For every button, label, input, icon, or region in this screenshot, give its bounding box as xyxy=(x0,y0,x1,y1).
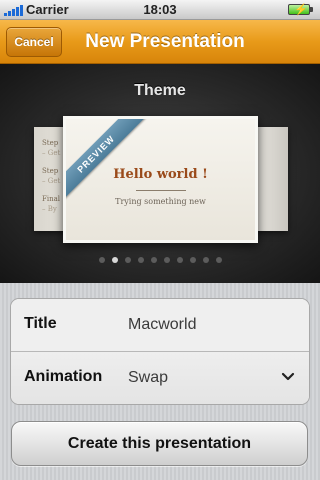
create-presentation-button[interactable]: Create this presentation xyxy=(11,421,308,466)
animation-select[interactable]: Swap xyxy=(128,369,168,387)
theme-picker[interactable]: Theme Step – Get Step – Get Final – By P… xyxy=(0,64,320,283)
theme-card-title: Hello world ! xyxy=(113,167,208,182)
chevron-down-icon[interactable] xyxy=(281,370,295,384)
page-title: New Presentation xyxy=(85,31,245,52)
theme-card-line: – By xyxy=(42,205,57,213)
page-indicator[interactable] xyxy=(0,257,320,263)
settings-group: Title Macworld Animation Swap xyxy=(10,298,310,405)
status-time: 18:03 xyxy=(143,2,177,17)
page-dot[interactable] xyxy=(215,257,222,263)
page-dot[interactable] xyxy=(98,257,105,263)
charging-battery-icon: ⚡ xyxy=(288,4,314,16)
title-row[interactable]: Title Macworld xyxy=(11,299,309,352)
page-dot[interactable] xyxy=(202,257,209,263)
theme-card-line: – Get xyxy=(42,149,61,157)
theme-card-subtitle: Trying something new xyxy=(115,197,206,206)
page-dot[interactable] xyxy=(111,257,118,263)
status-bar: Carrier 18:03 ⚡ xyxy=(0,0,320,20)
theme-card-line: – Get xyxy=(42,177,61,185)
theme-card-divider xyxy=(136,190,186,191)
cancel-button[interactable]: Cancel xyxy=(6,27,62,57)
page-dot[interactable] xyxy=(124,257,131,263)
preview-ribbon: PREVIEW xyxy=(66,119,152,210)
theme-card-selected[interactable]: PREVIEW Hello world ! Trying something n… xyxy=(63,116,258,243)
title-label: Title xyxy=(24,315,57,332)
theme-card-line: Step xyxy=(42,167,59,175)
animation-label: Animation xyxy=(24,368,103,385)
page-dot[interactable] xyxy=(176,257,183,263)
theme-card-line: Final xyxy=(42,195,61,203)
page-dot[interactable] xyxy=(137,257,144,263)
title-field[interactable]: Macworld xyxy=(128,316,196,334)
theme-label: Theme xyxy=(134,82,186,99)
page-dot[interactable] xyxy=(150,257,157,263)
theme-card-line: Step xyxy=(42,139,59,147)
animation-row[interactable]: Animation Swap xyxy=(11,352,309,404)
page-dot[interactable] xyxy=(189,257,196,263)
page-dot[interactable] xyxy=(163,257,170,263)
navigation-bar: Cancel New Presentation xyxy=(0,20,320,64)
